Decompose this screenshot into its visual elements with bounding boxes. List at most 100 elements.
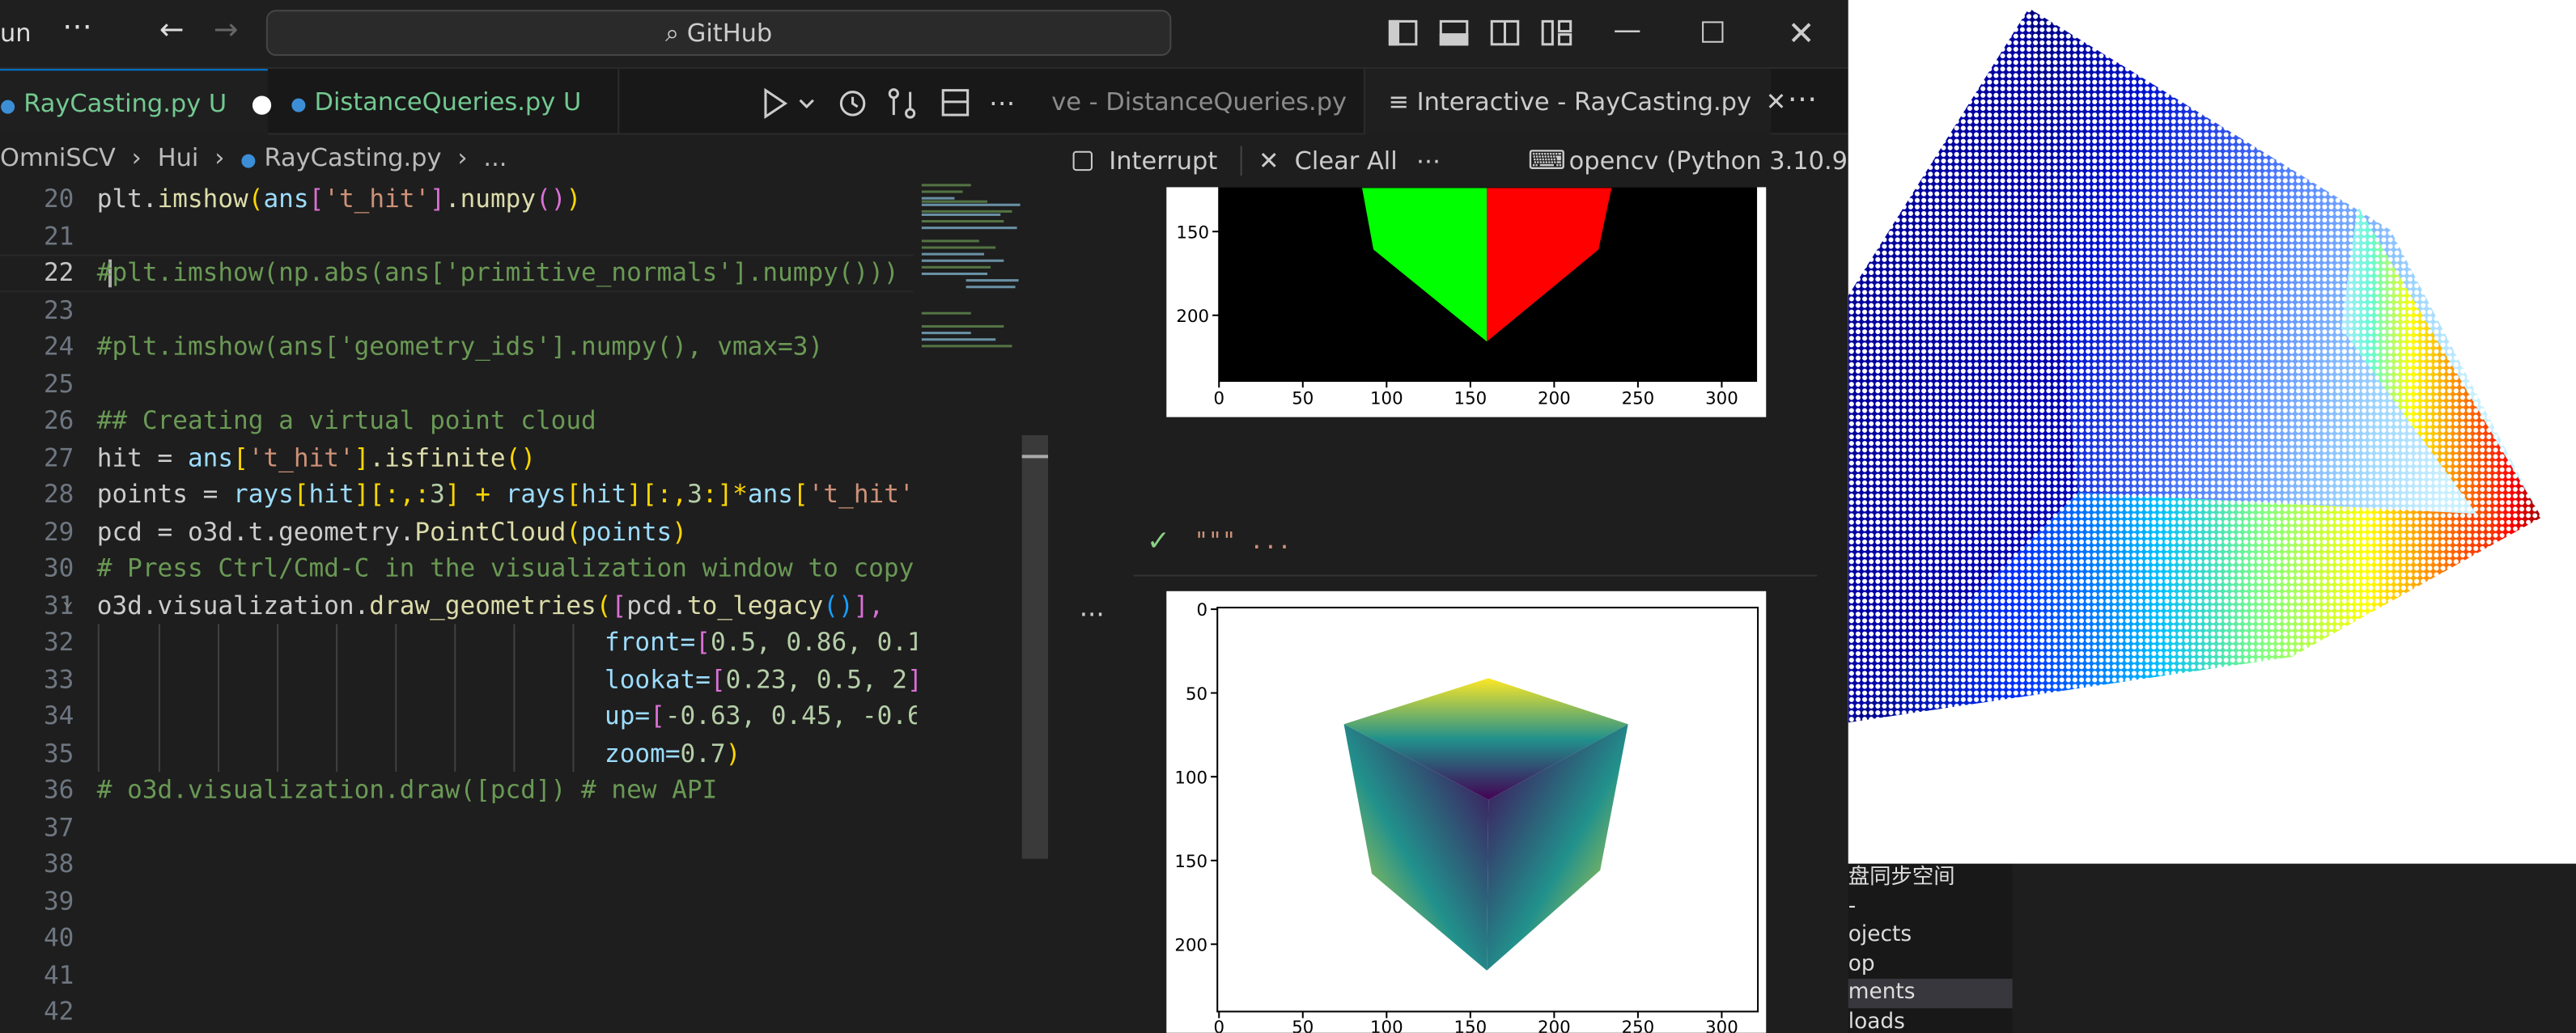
- maximize-icon[interactable]: [1702, 21, 1724, 43]
- kernel-icon: ⌨: [1527, 144, 1566, 176]
- x-tick-label: 200: [1538, 1018, 1571, 1033]
- scrollbar-thumb: [1021, 434, 1049, 859]
- code-line-32: front=[0.5, 0.86, 0.1: [605, 627, 923, 657]
- menu-run[interactable]: un: [0, 18, 32, 48]
- explorer-item[interactable]: ojects: [1848, 921, 2013, 950]
- code-line-34: up=[-0.63, 0.45, -0.6: [605, 701, 923, 731]
- explorer-item[interactable]: op: [1848, 950, 2013, 979]
- tab-interactive-raycasting[interactable]: ≡ Interactive - RayCasting.py ✕: [1363, 69, 1786, 135]
- breadcrumb: OmniSCV › Hui › ● RayCasting.py › ...: [0, 142, 507, 173]
- code-line-36: # o3d.visualization.draw([pcd]) # new AP…: [96, 775, 718, 805]
- breadcrumb-item[interactable]: OmniSCV: [0, 143, 116, 173]
- plot-bottom-svg: 0 50 100 150 200 0 50 100 150 200 250 30…: [1174, 600, 1759, 1033]
- code-line-29: pcd = o3d.t.geometry.PointCloud(points): [96, 516, 687, 546]
- kernel-picker[interactable]: opencv (Python 3.10.9): [1569, 134, 1857, 187]
- close-tab-icon[interactable]: ✕: [1766, 87, 1787, 117]
- title-bar: un ⋯ ← → ⌕ GitHub — ✕: [0, 0, 1848, 70]
- tab-raycasting[interactable]: ● RayCasting.py U ●: [0, 69, 273, 135]
- interrupt-icon[interactable]: [1072, 150, 1093, 171]
- cell-collapsed-header[interactable]: """ ...: [1195, 529, 1292, 555]
- forward-arrow-icon[interactable]: →: [214, 13, 239, 48]
- desktop-background: [2012, 863, 2576, 1033]
- minimize-icon[interactable]: —: [1613, 15, 1641, 48]
- explorer-item-selected[interactable]: ments: [1848, 978, 2013, 1008]
- breadcrumb-item[interactable]: Hui: [158, 143, 199, 173]
- x-tick-label: 100: [1370, 1018, 1403, 1033]
- x-tick-label: 250: [1622, 1018, 1655, 1033]
- toolbar-divider: [1240, 146, 1242, 176]
- clear-all-icon[interactable]: ✕: [1258, 134, 1280, 187]
- open3d-viewer-window[interactable]: [1848, 0, 2576, 864]
- code-line-31: o3d.visualization.draw_geometries([pcd.t…: [96, 590, 885, 620]
- minimap[interactable]: [916, 180, 1049, 1033]
- code-line-20: plt.imshow(ans['t_hit'].numpy()): [96, 184, 582, 214]
- preview-icon: ≡: [1388, 87, 1409, 117]
- line-number: 37: [43, 811, 74, 842]
- editor-actions[interactable]: ⋯: [759, 86, 1022, 122]
- line-number: 28: [43, 479, 74, 510]
- clear-all-button[interactable]: Clear All: [1295, 134, 1398, 187]
- code-line-24: #plt.imshow(ans['geometry_ids'].numpy(),…: [96, 332, 824, 362]
- svg-text:⋯: ⋯: [989, 87, 1015, 118]
- x-tick-label: 150: [1454, 388, 1487, 409]
- search-label: GitHub: [686, 18, 773, 48]
- x-tick-label: 50: [1292, 388, 1313, 409]
- line-number: 25: [43, 368, 74, 399]
- tab-label: RayCasting.py: [23, 88, 202, 119]
- cell-more-button[interactable]: ...: [1080, 591, 1105, 623]
- python-file-icon: ●: [291, 93, 307, 116]
- x-tick-label: 250: [1622, 388, 1655, 409]
- x-tick-label: 0: [1213, 388, 1224, 409]
- breadcrumb-item[interactable]: ...: [483, 143, 507, 173]
- explorer-item[interactable]: -: [1848, 892, 2013, 921]
- line-number: 29: [43, 516, 74, 546]
- line-number: 27: [43, 442, 74, 472]
- y-tick-label: 150: [1174, 852, 1207, 872]
- code-line-26: ## Creating a virtual point cloud: [96, 405, 596, 435]
- command-center-search[interactable]: ⌕ GitHub: [265, 10, 1172, 57]
- python-file-icon: ●: [0, 95, 16, 117]
- explorer-item[interactable]: loads: [1848, 1007, 2013, 1032]
- tab-distancequeries[interactable]: ● DistanceQueries.py U: [268, 69, 620, 135]
- line-number: 41: [43, 959, 74, 990]
- code-editor[interactable]: 20 21 22 23 24 25 26 27 28 29 30 31 32 33 34 35 36 37 38 39…: [0, 180, 929, 1033]
- more-actions-icon[interactable]: ⋯: [1788, 83, 1818, 117]
- line-number: 42: [43, 997, 74, 1027]
- code-line-35: zoom=0.7): [605, 738, 741, 768]
- interrupt-button[interactable]: Interrupt: [1109, 134, 1217, 187]
- success-check-icon: ✓: [1146, 525, 1170, 559]
- tab-git-status: U: [563, 87, 582, 117]
- line-number: 35: [43, 738, 74, 768]
- x-tick-label: 300: [1705, 1018, 1738, 1033]
- line-number: 21: [43, 221, 74, 251]
- output-plot-top: 150 200 0 50 100 150 200 250 300: [1166, 186, 1767, 417]
- explorer-item[interactable]: 盘同步空间: [1848, 864, 2013, 893]
- line-number: 23: [43, 294, 74, 324]
- python-file-icon: ●: [240, 149, 257, 171]
- back-arrow-icon[interactable]: ←: [159, 13, 185, 48]
- y-tick-label: 200: [1176, 307, 1209, 327]
- line-number: 40: [43, 922, 74, 953]
- close-window-icon[interactable]: ✕: [1788, 13, 1815, 53]
- y-tick-label: 200: [1174, 935, 1207, 955]
- line-number: 32: [43, 627, 74, 657]
- breadcrumb-item[interactable]: RayCasting.py: [265, 143, 442, 173]
- line-number: 24: [43, 332, 74, 362]
- point-cloud-render[interactable]: [1848, 0, 2576, 864]
- y-tick-label: 100: [1174, 768, 1207, 788]
- interactive-tab-bar: ve - DistanceQueries.py ≡ Interactive - …: [1051, 69, 1848, 135]
- x-tick-label: 200: [1538, 388, 1571, 409]
- x-tick-label: 300: [1705, 388, 1738, 409]
- interactive-toolbar: Interrupt ✕ Clear All ⋯ ⌨ opencv (Python…: [1051, 134, 1857, 188]
- tab-interactive-distance[interactable]: ve - DistanceQueries.py: [1029, 69, 1357, 134]
- tab-label: DistanceQueries.py: [314, 87, 556, 117]
- layout-toggle-icons[interactable]: [1386, 18, 1590, 51]
- x-tick-label: 100: [1370, 388, 1403, 409]
- y-tick-label: 0: [1196, 600, 1207, 620]
- toolbar-more-icon[interactable]: ⋯: [1416, 134, 1441, 187]
- line-number: 22: [43, 257, 74, 288]
- more-menu-icon[interactable]: ⋯: [62, 10, 92, 44]
- fold-chevron-icon[interactable]: ⌄: [62, 590, 73, 611]
- line-number: 26: [43, 405, 74, 435]
- code-line-30: # Press Ctrl/Cmd-C in the visualization …: [96, 553, 915, 583]
